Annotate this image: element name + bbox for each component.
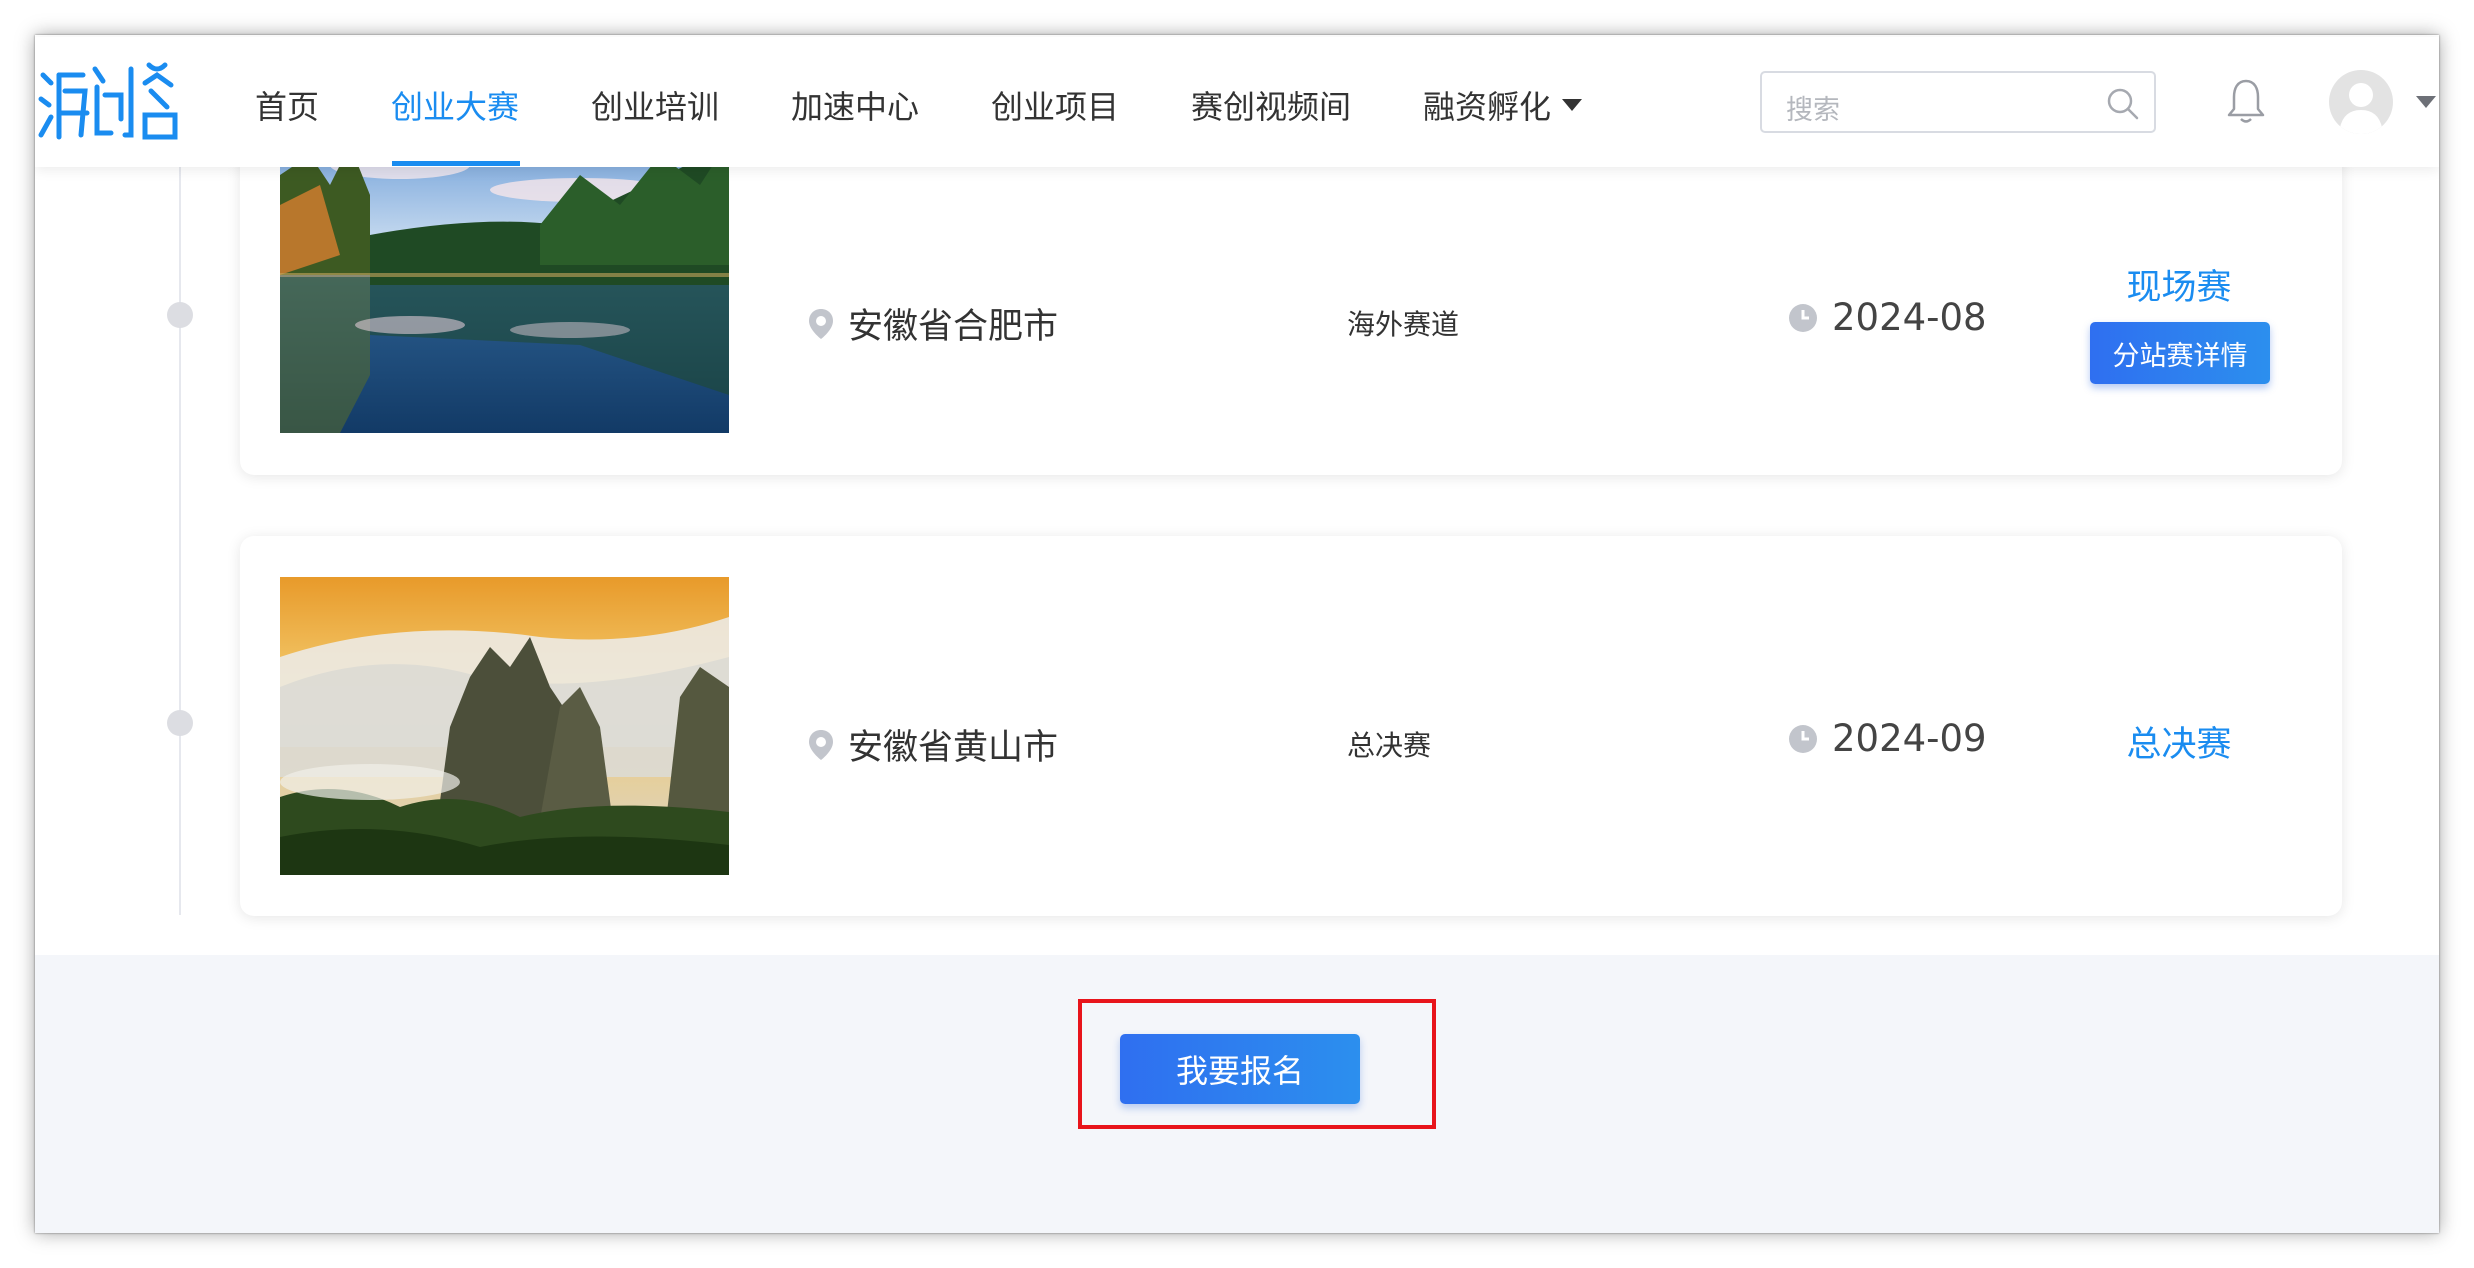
event-track: 海外赛道 xyxy=(1347,308,1460,341)
top-navbar: 首页 创业大赛 创业培训 加速中心 创业项目 赛创视频间 融资孵化 搜索 xyxy=(35,37,2439,167)
event-image-lake[interactable] xyxy=(280,135,729,433)
event-location-text: 安徽省黄山市 xyxy=(848,728,1059,768)
bell-icon[interactable] xyxy=(2225,77,2267,125)
chevron-down-icon xyxy=(1562,99,1583,111)
timeline-line xyxy=(179,165,181,915)
signup-button[interactable]: 我要报名 xyxy=(1120,1034,1360,1104)
event-location-text: 安徽省合肥市 xyxy=(848,307,1059,347)
nav-item-financing[interactable]: 融资孵化 xyxy=(1423,82,1583,128)
browser-window: 安徽省合肥市 海外赛道 2024-08 现场赛 分站赛详情 安徽省黄山市 总决赛… xyxy=(35,35,2439,1233)
clock-icon xyxy=(1789,303,1817,332)
event-stage-label[interactable]: 总决赛 xyxy=(2029,716,2329,767)
timeline-dot xyxy=(167,710,193,736)
event-image-mountain[interactable] xyxy=(280,577,729,875)
nav-item-competition[interactable]: 创业大赛 xyxy=(391,82,519,128)
search-input[interactable]: 搜索 xyxy=(1786,88,1840,127)
event-date-text: 2024-09 xyxy=(1832,717,1987,760)
timeline-dot xyxy=(167,302,193,328)
location-pin-icon xyxy=(809,308,833,339)
event-date-text: 2024-08 xyxy=(1832,296,1987,339)
nav-item-home[interactable]: 首页 xyxy=(255,82,319,128)
search-icon[interactable] xyxy=(2106,87,2140,121)
nav-item-projects[interactable]: 创业项目 xyxy=(991,82,1119,128)
logo-icon[interactable] xyxy=(37,61,182,143)
nav-item-training[interactable]: 创业培训 xyxy=(591,82,719,128)
nav-active-indicator xyxy=(392,161,520,166)
location-pin-icon xyxy=(809,729,833,760)
chevron-down-icon[interactable] xyxy=(2415,95,2437,109)
avatar-icon[interactable] xyxy=(2329,70,2393,134)
event-card: 安徽省合肥市 海外赛道 2024-08 现场赛 分站赛详情 xyxy=(240,115,2342,475)
event-location: 安徽省合肥市 xyxy=(808,298,1058,349)
station-details-button[interactable]: 分站赛详情 xyxy=(2090,322,2270,384)
event-location: 安徽省黄山市 xyxy=(808,719,1058,770)
clock-icon xyxy=(1789,724,1817,753)
event-date: 2024-08 xyxy=(1788,296,1987,339)
event-stage-label[interactable]: 现场赛 xyxy=(2029,259,2329,310)
nav-item-financing-label: 融资孵化 xyxy=(1423,88,1552,126)
nav-item-accelerator[interactable]: 加速中心 xyxy=(791,82,919,128)
nav-item-video[interactable]: 赛创视频间 xyxy=(1191,82,1351,128)
search-box[interactable]: 搜索 xyxy=(1760,71,2156,133)
event-date: 2024-09 xyxy=(1788,717,1987,760)
event-track: 总决赛 xyxy=(1347,729,1432,762)
event-card: 安徽省黄山市 总决赛 2024-09 总决赛 xyxy=(240,536,2342,916)
